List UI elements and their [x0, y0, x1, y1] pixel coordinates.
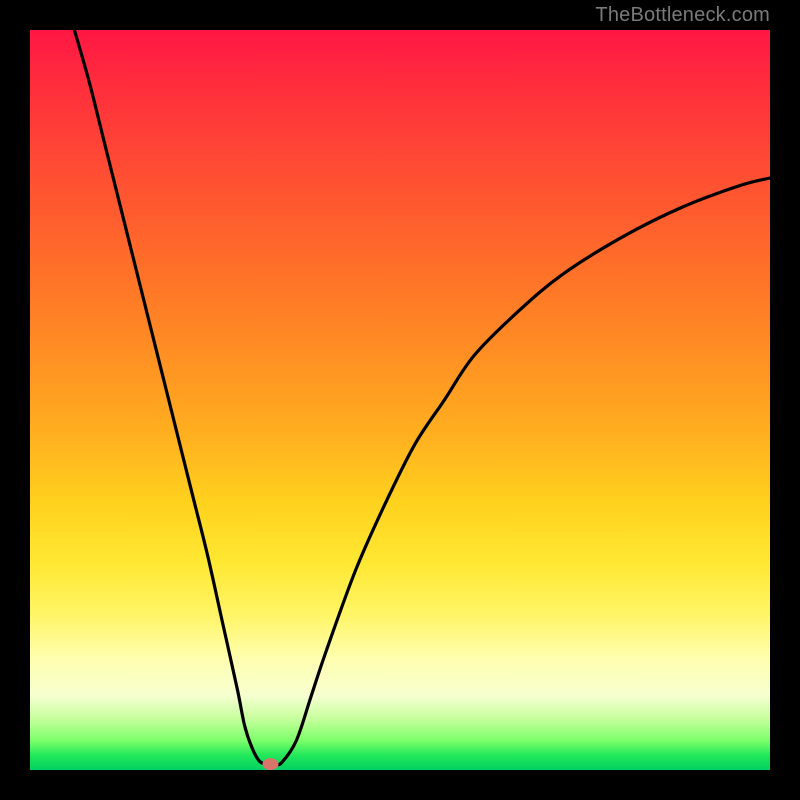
chart-frame: TheBottleneck.com — [0, 0, 800, 800]
bottleneck-curve — [74, 30, 770, 765]
curve-layer — [30, 30, 770, 770]
plot-area — [30, 30, 770, 770]
marker-dot — [263, 758, 279, 770]
watermark-text: TheBottleneck.com — [595, 4, 770, 27]
